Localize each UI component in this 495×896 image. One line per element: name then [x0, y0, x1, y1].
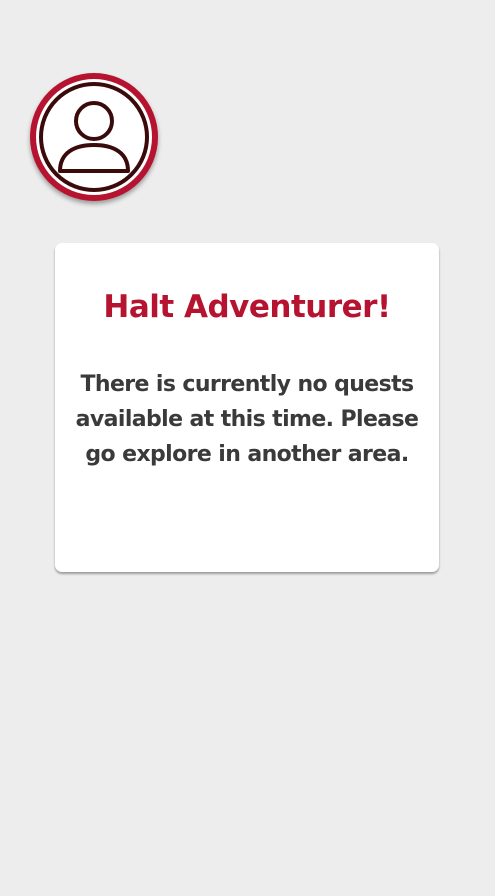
profile-avatar-button[interactable] [30, 73, 158, 201]
avatar [36, 79, 152, 195]
notice-title: Halt Adventurer! [103, 289, 391, 325]
notice-message: There is currently no quests available a… [75, 372, 419, 467]
notice-card: Halt Adventurer! There is currently no q… [55, 243, 439, 572]
user-profile-icon [39, 82, 149, 192]
